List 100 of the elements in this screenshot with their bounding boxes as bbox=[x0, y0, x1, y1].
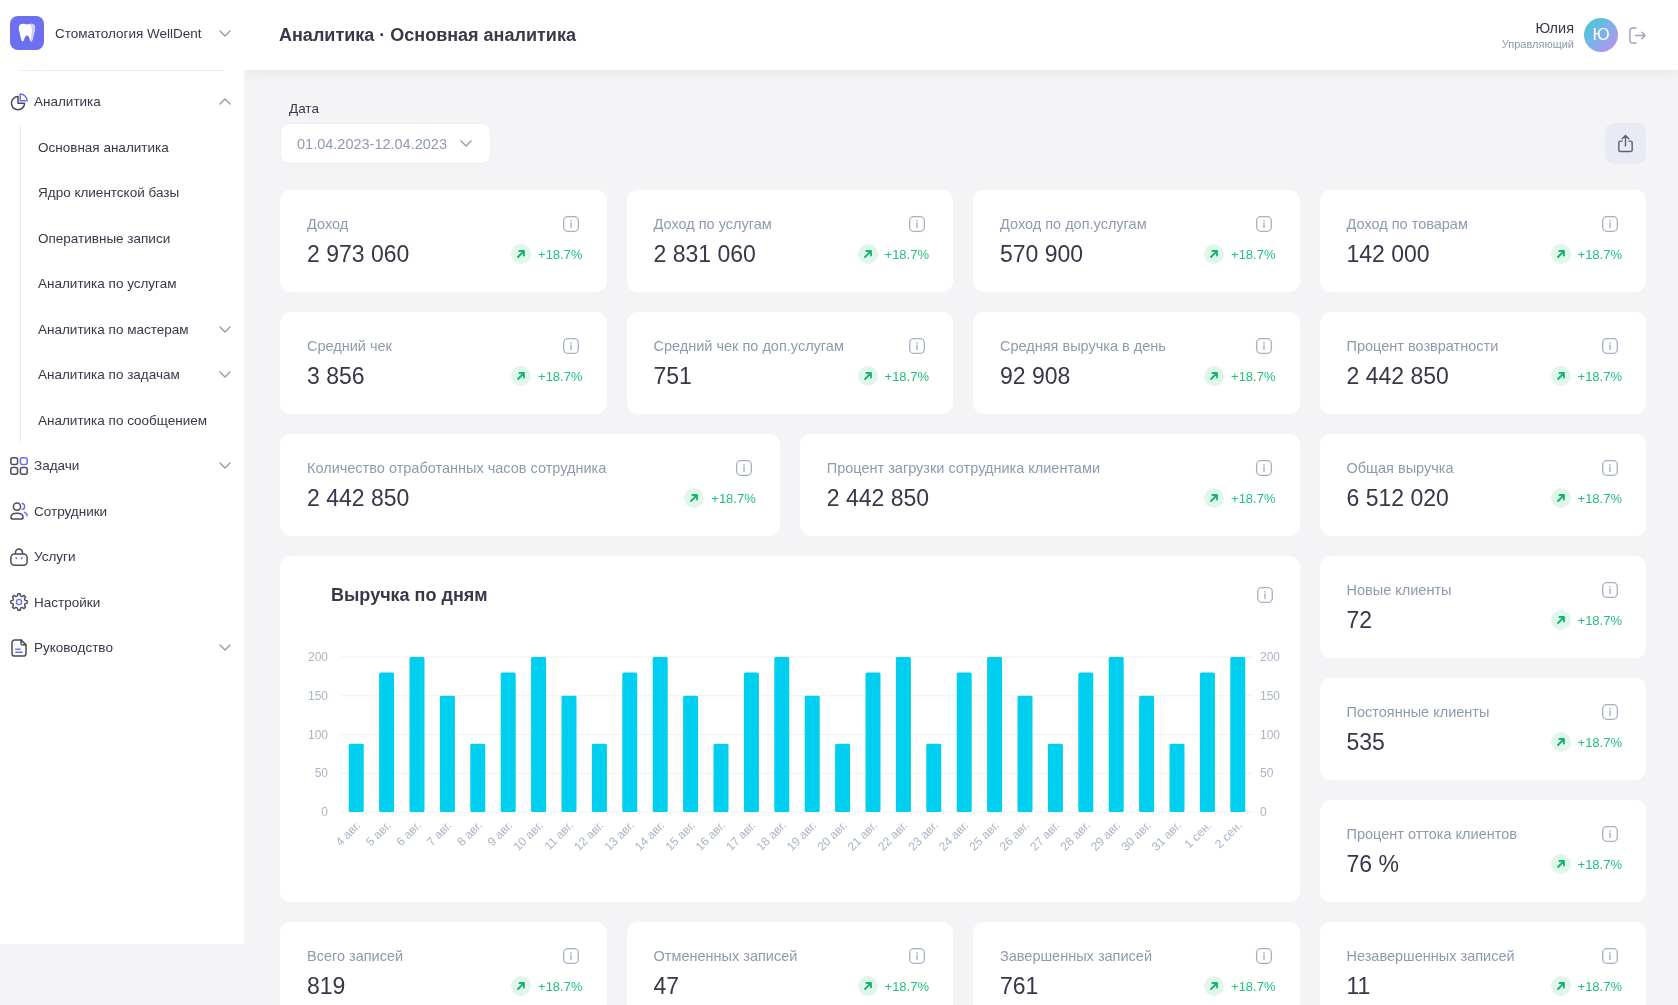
info-icon[interactable] bbox=[909, 216, 925, 232]
metric-label: Незавершенных записей bbox=[1346, 948, 1515, 964]
x-axis-label: 13 авг. bbox=[601, 818, 637, 854]
info-icon[interactable] bbox=[1602, 460, 1618, 476]
nav-subitem[interactable]: Ядро клиентской базы bbox=[38, 170, 234, 216]
nav-subitem[interactable]: Аналитика по услугам bbox=[38, 261, 234, 307]
nav-subitem[interactable]: Аналитика по мастерам bbox=[38, 306, 234, 352]
info-icon[interactable] bbox=[562, 216, 579, 232]
y-axis-label: 150 bbox=[307, 688, 328, 703]
metric-value: 3 856 bbox=[307, 362, 365, 390]
trend-value: +18.7% bbox=[538, 368, 583, 384]
trend-value: +18.7% bbox=[884, 978, 929, 994]
metric-value: 72 bbox=[1346, 606, 1373, 634]
metric-value: 47 bbox=[653, 972, 680, 1000]
nav-item[interactable]: Услуги bbox=[10, 534, 234, 580]
metric-label: Средняя выручка в день bbox=[1000, 338, 1166, 354]
info-icon[interactable] bbox=[1255, 338, 1272, 354]
info-icon[interactable] bbox=[1602, 948, 1618, 964]
metric-value: 570 900 bbox=[1000, 240, 1084, 268]
tooth-logo-icon bbox=[10, 16, 44, 50]
x-axis-label: 15 авг. bbox=[662, 818, 698, 854]
document-icon bbox=[10, 638, 28, 657]
bar bbox=[348, 743, 364, 812]
export-button[interactable] bbox=[1605, 123, 1646, 164]
x-axis-label: 4 авг. bbox=[332, 818, 364, 849]
x-axis-label: 7 авг. bbox=[423, 818, 455, 849]
metric-label: Доход bbox=[307, 216, 349, 232]
metric-label: Новые клиенты bbox=[1346, 582, 1452, 598]
metric-label: Количество отработанных часов сотрудника bbox=[307, 460, 607, 476]
nav-item[interactable]: Сотрудники bbox=[10, 488, 234, 534]
trend-value: +18.7% bbox=[884, 246, 929, 262]
metric-value: 2 442 850 bbox=[826, 484, 930, 512]
metric-value: 92 908 bbox=[1000, 362, 1071, 390]
trend-value: +18.7% bbox=[538, 978, 583, 994]
info-icon[interactable] bbox=[1602, 216, 1618, 232]
info-icon[interactable] bbox=[909, 948, 925, 964]
users-icon bbox=[10, 502, 28, 521]
nav-item[interactable]: Задачи bbox=[10, 443, 234, 489]
user-name: Юлия bbox=[1535, 18, 1574, 37]
nav-subitem[interactable]: Основная аналитика bbox=[38, 124, 234, 170]
settings-icon bbox=[10, 593, 28, 612]
info-icon[interactable] bbox=[562, 338, 579, 354]
x-axis-label: 10 авг. bbox=[510, 818, 546, 854]
info-icon[interactable] bbox=[1255, 948, 1272, 964]
bar bbox=[1047, 743, 1063, 812]
nav-subitem[interactable]: Оперативные записи bbox=[38, 215, 234, 261]
y-axis-label: 0 bbox=[321, 805, 328, 819]
metric-value: 761 bbox=[1000, 972, 1039, 1000]
info-icon[interactable] bbox=[1602, 582, 1618, 598]
pie-chart-icon bbox=[10, 92, 28, 111]
nav-item[interactable]: Настройки bbox=[10, 579, 234, 625]
y-axis-label: 200 bbox=[307, 650, 328, 664]
y-axis-label: 50 bbox=[314, 766, 328, 781]
bar bbox=[1169, 743, 1185, 812]
share-icon bbox=[1616, 134, 1635, 153]
chart-title: Выручка по дням bbox=[331, 584, 488, 606]
metric-value: 751 bbox=[653, 362, 692, 390]
info-icon[interactable] bbox=[1255, 460, 1272, 476]
date-label: Дата bbox=[289, 100, 320, 118]
x-axis-label: 8 авг. bbox=[454, 818, 485, 849]
info-icon[interactable] bbox=[1255, 216, 1272, 232]
info-icon[interactable] bbox=[909, 338, 925, 354]
metric-label: Средний чек по доп.услугам bbox=[653, 338, 844, 354]
x-axis-label: 18 авг. bbox=[753, 818, 789, 854]
nav-subitem[interactable]: Аналитика по задачам bbox=[38, 352, 234, 398]
trend-value: +18.7% bbox=[538, 246, 583, 262]
metric-label: Всего записей bbox=[307, 948, 404, 964]
y-axis-label: 50 bbox=[1260, 766, 1274, 781]
y-axis-label: 0 bbox=[1260, 805, 1267, 819]
metric-value: 2 442 850 bbox=[307, 484, 410, 512]
metric-value: 2 442 850 bbox=[1346, 362, 1449, 390]
info-icon[interactable] bbox=[735, 460, 752, 476]
x-axis-label: 5 авг. bbox=[363, 818, 394, 849]
logout-icon[interactable] bbox=[1629, 26, 1646, 44]
info-icon[interactable] bbox=[1602, 826, 1618, 842]
user-role: Управляющий bbox=[1501, 36, 1574, 52]
trend-value: +18.7% bbox=[1577, 856, 1622, 872]
clinic-select[interactable]: Стоматология WellDent bbox=[55, 25, 234, 41]
bar bbox=[470, 743, 486, 812]
trend-value: +18.7% bbox=[1577, 734, 1622, 750]
trend-value: +18.7% bbox=[1231, 978, 1276, 994]
metric-value: 2 973 060 bbox=[307, 240, 410, 268]
metric-label: Процент возвратности bbox=[1346, 338, 1499, 354]
bag-icon bbox=[10, 547, 28, 566]
nav-item[interactable]: Аналитика bbox=[10, 79, 234, 125]
nav-item[interactable]: Руководство bbox=[10, 625, 234, 671]
info-icon[interactable] bbox=[1602, 338, 1618, 354]
trend-value: +18.7% bbox=[1231, 246, 1276, 262]
nav-subitem[interactable]: Аналитика по сообщением bbox=[38, 397, 234, 443]
y-axis-label: 100 bbox=[307, 727, 328, 742]
metric-label: Доход по услугам bbox=[653, 216, 772, 232]
page-title: Аналитика · Основная аналитика bbox=[279, 24, 576, 46]
metric-value: 819 bbox=[307, 972, 346, 1000]
metric-label: Процент загрузки сотрудника клиентами bbox=[826, 460, 1100, 476]
info-icon[interactable] bbox=[562, 948, 579, 964]
info-icon[interactable] bbox=[1602, 704, 1618, 720]
metric-value: 535 bbox=[1346, 728, 1385, 756]
chevron-down-icon bbox=[460, 140, 472, 147]
trend-value: +18.7% bbox=[1577, 368, 1622, 384]
info-icon[interactable] bbox=[1256, 587, 1273, 603]
